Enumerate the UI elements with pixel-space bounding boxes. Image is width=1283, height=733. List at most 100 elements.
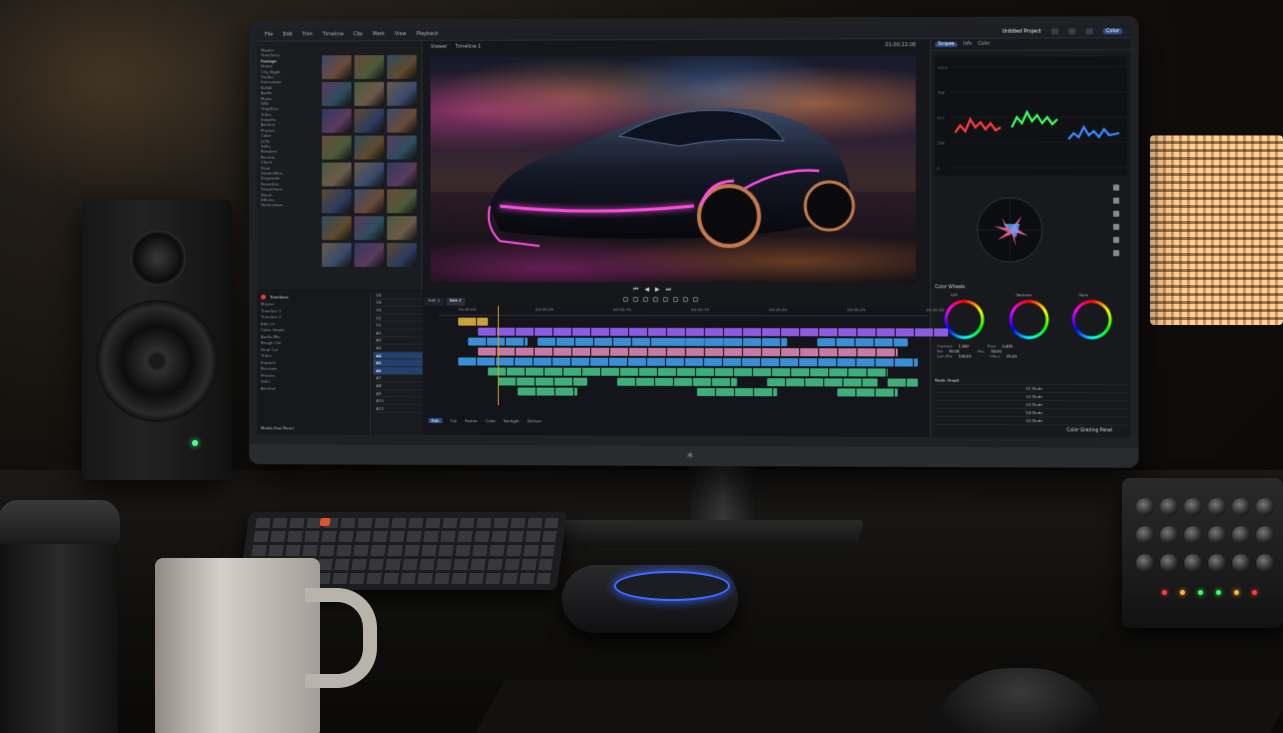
viewer-tab[interactable]: Viewer <box>430 44 447 50</box>
track-header[interactable]: A5 <box>373 359 423 368</box>
track-header[interactable]: V4 <box>373 299 423 307</box>
media-thumbnail[interactable] <box>354 108 385 133</box>
menu-item[interactable]: Mark <box>373 31 385 37</box>
timeline-clip[interactable] <box>817 338 908 347</box>
bin-row[interactable]: Archive <box>257 385 370 392</box>
media-thumbnail[interactable] <box>354 135 385 160</box>
timeline-clip[interactable] <box>696 388 778 397</box>
media-thumbnail[interactable] <box>386 54 417 79</box>
track-header[interactable]: A7 <box>373 374 423 383</box>
media-thumbnail[interactable] <box>321 242 352 267</box>
transport-tool-icon[interactable] <box>653 296 659 302</box>
record-icon[interactable] <box>260 294 266 300</box>
transport-tool-icon[interactable] <box>643 296 649 302</box>
timeline-tab[interactable]: Edit 2 <box>445 297 466 306</box>
media-thumbnail[interactable] <box>321 162 352 187</box>
menu-item[interactable]: Trim <box>302 31 312 37</box>
lift-color-wheel[interactable] <box>943 298 986 341</box>
page-tab[interactable]: Edit <box>428 418 443 424</box>
menu-item[interactable]: Playback <box>416 31 438 37</box>
menu-item[interactable]: Timeline <box>323 31 344 37</box>
transport-tool-icon[interactable] <box>633 296 639 302</box>
timeline-clip[interactable] <box>487 367 888 377</box>
media-thumbnail[interactable] <box>386 108 417 133</box>
grade-param-value[interactable]: 50.00 <box>991 350 1001 354</box>
menu-item[interactable]: File <box>265 31 273 37</box>
transport-button[interactable]: ▶ <box>655 286 660 294</box>
transport-tool-icon[interactable] <box>683 296 689 302</box>
page-tab[interactable]: Color <box>485 418 495 423</box>
media-thumbnail[interactable] <box>386 81 417 106</box>
grade-param-value[interactable]: 1.000 <box>959 345 969 349</box>
track-header[interactable]: A4 <box>373 352 423 360</box>
transport-button[interactable]: ◀ <box>644 286 649 294</box>
track-header[interactable]: A8 <box>373 382 423 390</box>
track-header[interactable]: A1 <box>373 329 423 338</box>
track-header[interactable]: V2 <box>373 314 423 322</box>
track-header[interactable]: A10 <box>373 397 423 406</box>
timeline-clip[interactable] <box>497 377 588 386</box>
menu-item[interactable]: Clip <box>353 31 362 37</box>
video-viewer[interactable] <box>430 55 916 283</box>
timeline-clip[interactable] <box>458 317 488 326</box>
timeline-clip[interactable] <box>478 327 949 337</box>
media-thumbnail[interactable] <box>321 189 352 214</box>
page-tab[interactable]: Fusion <box>465 418 478 423</box>
media-thumbnail[interactable] <box>354 55 385 80</box>
page-tab[interactable]: Cut <box>450 418 457 423</box>
transport-button[interactable]: ⏭ <box>666 286 671 294</box>
timeline-clip[interactable] <box>458 357 918 367</box>
timeline-clip[interactable] <box>767 378 878 387</box>
toolbar-icon[interactable] <box>1068 27 1076 34</box>
page-chip[interactable]: Color <box>1102 27 1123 34</box>
gain-color-wheel[interactable] <box>1070 298 1114 341</box>
scopes-tab[interactable]: Color <box>978 42 990 47</box>
media-thumbnail[interactable] <box>386 242 417 267</box>
page-tab[interactable]: Deliver <box>528 418 542 423</box>
track-header[interactable]: V1 <box>373 321 423 330</box>
media-thumbnail[interactable] <box>354 162 385 187</box>
track-header[interactable]: A6 <box>373 367 423 375</box>
scopes-tab[interactable]: Info <box>963 42 972 47</box>
transport-tool-icon[interactable] <box>692 297 698 303</box>
media-thumbnail[interactable] <box>354 81 385 106</box>
timeline-clip[interactable] <box>667 337 788 347</box>
media-thumbnail[interactable] <box>354 189 385 214</box>
media-thumbnail[interactable] <box>321 82 352 106</box>
transport-tool-icon[interactable] <box>623 296 629 302</box>
edit-timeline[interactable]: Edit 1 Edit 2 00:00:00 00:00:05 00:00:10 00:… <box>424 297 949 437</box>
track-header[interactable]: A3 <box>373 344 423 353</box>
timeline-clip[interactable] <box>617 377 738 387</box>
timeline-clip[interactable] <box>837 388 898 397</box>
media-thumbnail[interactable] <box>321 108 352 133</box>
transport-tool-icon[interactable] <box>663 296 669 302</box>
media-thumbnail[interactable] <box>386 135 417 160</box>
gamma-color-wheel[interactable] <box>1007 298 1051 341</box>
media-thumbnail[interactable] <box>321 55 352 80</box>
track-header[interactable]: A9 <box>373 389 423 398</box>
track-header[interactable]: V5 <box>373 291 423 300</box>
timeline-clip[interactable] <box>887 378 918 387</box>
track-header[interactable]: A11 <box>373 404 423 413</box>
menu-item[interactable]: View <box>395 31 407 37</box>
media-thumbnail[interactable] <box>321 216 352 241</box>
timeline-tab[interactable]: Edit 1 <box>424 297 444 306</box>
timeline-ruler[interactable]: 00:00:00 00:00:05 00:00:10 00:00:15 00:00:20… <box>438 305 944 317</box>
media-thumbnail[interactable] <box>386 216 417 241</box>
media-thumbnail[interactable] <box>354 242 385 267</box>
bin-tree-item[interactable]: Generators <box>261 203 316 208</box>
toolbar-icon[interactable] <box>1051 27 1059 35</box>
track-header[interactable]: V3 <box>373 306 423 315</box>
grade-param-value[interactable]: 25.00 <box>1006 355 1016 359</box>
track-header[interactable]: A2 <box>373 336 423 345</box>
scopes-tab[interactable]: Scopes <box>935 41 958 48</box>
grade-param-value[interactable]: 100.00 <box>958 355 971 359</box>
media-thumbnail[interactable] <box>386 162 417 187</box>
node-row[interactable]: 05 Node <box>935 416 1128 426</box>
timeline-clip[interactable] <box>478 347 898 357</box>
transport-tool-icon[interactable] <box>673 296 679 302</box>
timeline-clip[interactable] <box>517 387 578 396</box>
playhead[interactable] <box>497 305 499 406</box>
grade-param-value[interactable]: 50.00 <box>949 350 959 354</box>
transport-button[interactable]: ⏮ <box>633 286 638 294</box>
